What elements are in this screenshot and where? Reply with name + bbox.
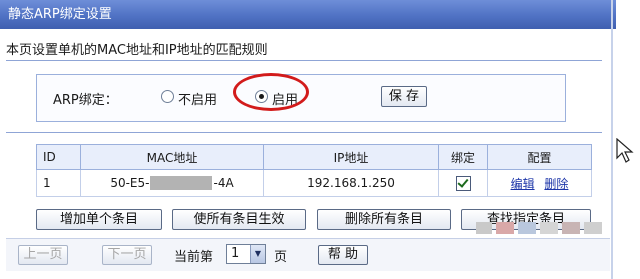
current-page-label: 当前第 [174,250,214,265]
divider [6,132,602,133]
page-select[interactable]: 1 ▼ [226,244,266,264]
delete-all-button[interactable]: 删除所有条目 [317,209,451,230]
router-settings-page: 静态ARP绑定设置 本页设置单机的MAC地址和IP地址的匹配规则 ARP绑定： … [0,0,620,279]
radio-disable-label[interactable]: 不启用 [178,89,217,108]
save-button[interactable]: 保 存 [381,86,427,107]
arp-rules-table: ID MAC地址 IP地址 绑定 配置 1 50-E5- -4A 192.168.… [36,144,592,197]
table-header-row: ID MAC地址 IP地址 绑定 配置 [36,144,592,170]
column-header-config: 配置 [487,144,592,170]
chevron-down-icon[interactable]: ▼ [250,245,265,263]
column-header-ip: IP地址 [263,144,439,170]
help-button[interactable]: 帮 助 [318,245,368,265]
bind-checkbox[interactable] [455,175,471,191]
divider [6,60,602,61]
enable-all-button[interactable]: 使所有条目生效 [172,209,306,230]
pagination-bar [6,238,610,271]
column-header-bind: 绑定 [438,144,488,170]
delete-link[interactable]: 删除 [544,177,568,191]
cell-config: 编辑 删除 [487,169,592,197]
next-page-button[interactable]: 下一页 [102,245,152,265]
arp-binding-label: ARP绑定： [53,93,118,108]
page-description: 本页设置单机的MAC地址和IP地址的匹配规则 [6,43,268,58]
edit-link[interactable]: 编辑 [511,177,535,191]
cell-id: 1 [36,169,81,197]
radio-disable-arp[interactable] [161,90,174,103]
blurred-watermark [476,218,626,236]
add-entry-button[interactable]: 增加单个条目 [36,209,162,230]
mouse-pointer-icon [616,138,634,163]
page-title: 静态ARP绑定设置 [0,0,616,29]
arp-binding-group: ARP绑定： 不启用 启用 保 存 [36,73,566,122]
mac-suffix: -4A [213,175,234,190]
mac-redaction [150,176,213,191]
column-header-id: ID [36,144,81,170]
cell-mac: 50-E5- -4A [80,169,264,197]
table-row: 1 50-E5- -4A 192.168.1.250 编辑 删除 [36,169,592,197]
page-select-value: 1 [231,246,240,261]
mac-prefix: 50-E5- [110,175,150,190]
red-highlight-circle [233,73,309,111]
cell-bind [438,169,488,197]
page-suffix-label: 页 [274,250,288,265]
prev-page-button[interactable]: 上一页 [18,245,68,265]
cell-ip: 192.168.1.250 [263,169,439,197]
window-edge [611,0,613,279]
column-header-mac: MAC地址 [80,144,264,170]
